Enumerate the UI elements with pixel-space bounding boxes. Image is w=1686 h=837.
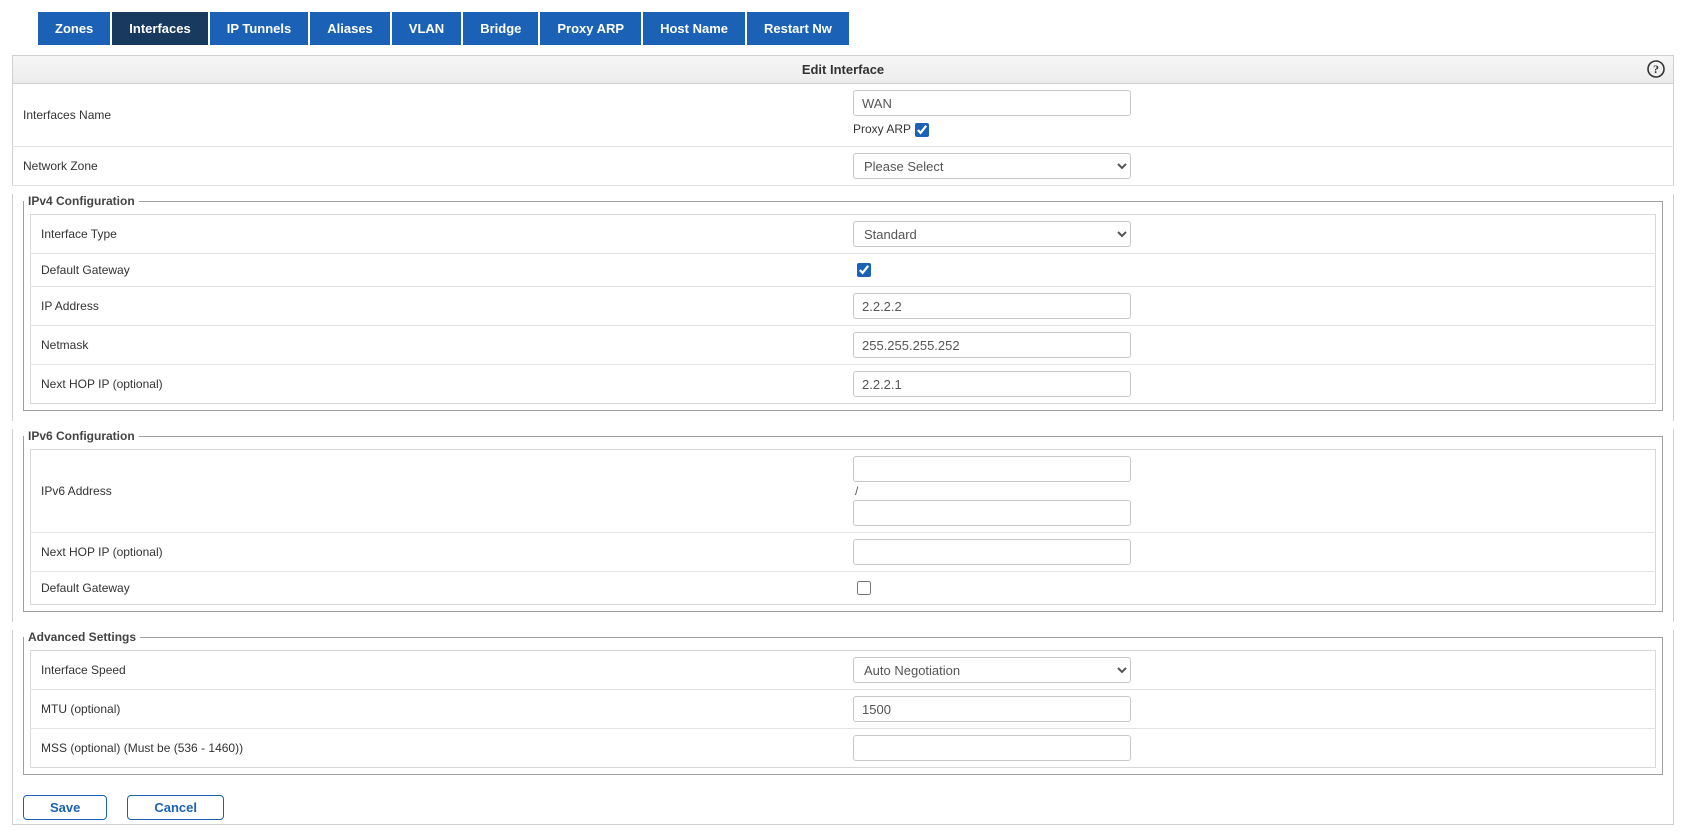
input-adv-mss[interactable]: [853, 735, 1131, 761]
label-interfaces-name: Interfaces Name: [13, 84, 844, 147]
label-ipv4-interface-type: Interface Type: [31, 215, 844, 254]
select-adv-interface-speed[interactable]: Auto Negotiation: [853, 657, 1131, 683]
input-ipv4-ip-address[interactable]: [853, 293, 1131, 319]
tab-host-name[interactable]: Host Name: [643, 12, 745, 45]
legend-advanced: Advanced Settings: [24, 630, 140, 644]
input-ipv4-netmask[interactable]: [853, 332, 1131, 358]
tab-ip-tunnels[interactable]: IP Tunnels: [210, 12, 309, 45]
fieldset-ipv4: IPv4 Configuration Interface Type Standa…: [23, 194, 1663, 411]
label-ipv6-default-gateway: Default Gateway: [31, 572, 844, 605]
fieldset-ipv6: IPv6 Configuration IPv6 Address / Next H…: [23, 429, 1663, 612]
checkbox-ipv4-default-gateway[interactable]: [857, 263, 871, 277]
input-interfaces-name[interactable]: [853, 90, 1131, 116]
svg-text:?: ?: [1653, 62, 1659, 76]
label-ipv6-next-hop: Next HOP IP (optional): [31, 533, 844, 572]
label-ipv4-next-hop: Next HOP IP (optional): [31, 365, 844, 404]
label-adv-mss: MSS (optional) (Must be (536 - 1460)): [31, 729, 844, 768]
select-ipv4-interface-type[interactable]: Standard: [853, 221, 1131, 247]
tab-interfaces[interactable]: Interfaces: [112, 12, 207, 45]
help-icon[interactable]: ?: [1647, 60, 1665, 83]
tab-zones[interactable]: Zones: [38, 12, 110, 45]
label-ipv4-ip-address: IP Address: [31, 287, 844, 326]
tabs-bar: Zones Interfaces IP Tunnels Aliases VLAN…: [12, 12, 1674, 45]
tab-aliases[interactable]: Aliases: [310, 12, 390, 45]
panel-title: Edit Interface: [802, 62, 884, 77]
input-ipv6-prefix[interactable]: [853, 500, 1131, 526]
fieldset-advanced: Advanced Settings Interface Speed Auto N…: [23, 630, 1663, 775]
button-row: Save Cancel: [13, 785, 1673, 824]
input-adv-mtu[interactable]: [853, 696, 1131, 722]
input-ipv6-next-hop[interactable]: [853, 539, 1131, 565]
tab-vlan[interactable]: VLAN: [392, 12, 461, 45]
panel-title-bar: Edit Interface ?: [12, 55, 1674, 84]
legend-ipv4: IPv4 Configuration: [24, 194, 139, 208]
label-ipv4-netmask: Netmask: [31, 326, 844, 365]
label-ipv4-default-gateway: Default Gateway: [31, 254, 844, 287]
legend-ipv6: IPv6 Configuration: [24, 429, 139, 443]
select-network-zone[interactable]: Please Select: [853, 153, 1131, 179]
top-form-table: Interfaces Name Proxy ARP Network Zone P…: [12, 84, 1674, 186]
label-adv-mtu: MTU (optional): [31, 690, 844, 729]
cancel-button[interactable]: Cancel: [127, 795, 224, 820]
tab-proxy-arp[interactable]: Proxy ARP: [540, 12, 641, 45]
label-proxy-arp: Proxy ARP: [853, 122, 911, 136]
input-ipv6-address[interactable]: [853, 456, 1131, 482]
ipv6-slash: /: [855, 484, 1645, 498]
checkbox-proxy-arp[interactable]: [915, 123, 929, 137]
checkbox-ipv6-default-gateway[interactable]: [857, 581, 871, 595]
input-ipv4-next-hop[interactable]: [853, 371, 1131, 397]
label-adv-interface-speed: Interface Speed: [31, 651, 844, 690]
tab-restart-nw[interactable]: Restart Nw: [747, 12, 849, 45]
label-network-zone: Network Zone: [13, 147, 844, 186]
save-button[interactable]: Save: [23, 795, 107, 820]
label-ipv6-address: IPv6 Address: [31, 450, 844, 533]
tab-bridge[interactable]: Bridge: [463, 12, 538, 45]
